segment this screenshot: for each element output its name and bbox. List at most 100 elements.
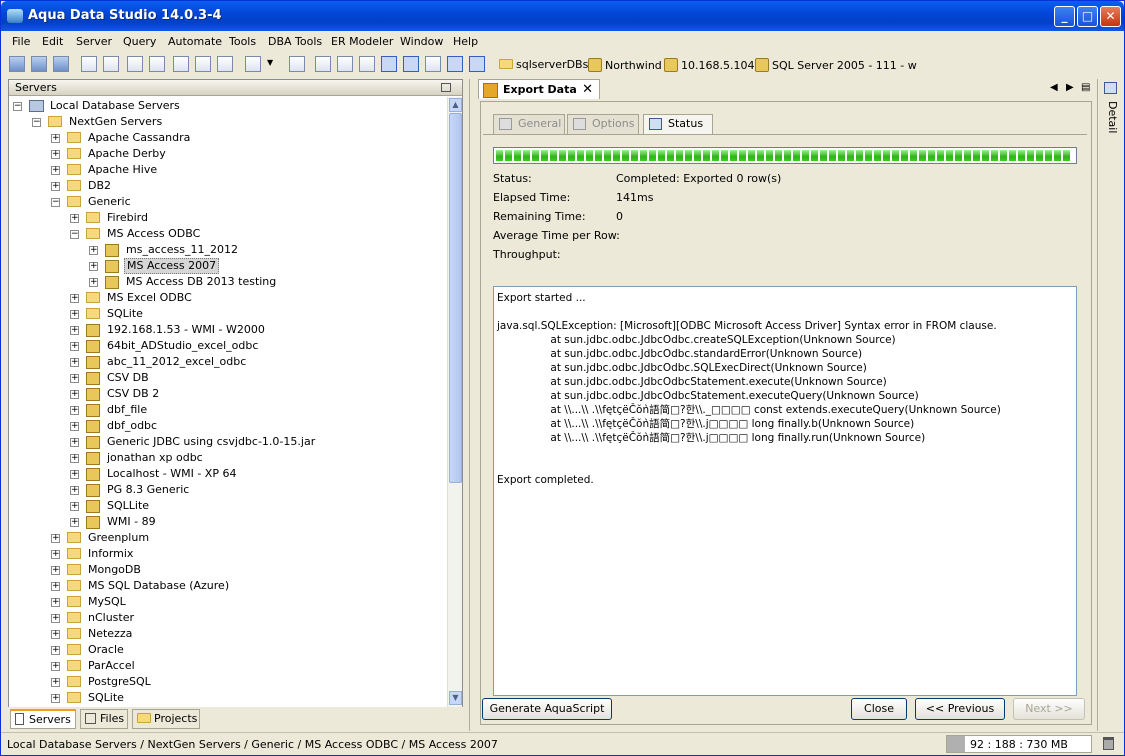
new-server-icon[interactable] (9, 56, 25, 72)
tree-item[interactable]: + Netezza (9, 626, 447, 642)
memory-indicator[interactable]: 92 : 188 : 730 MB (946, 735, 1092, 753)
menu-dba-tools[interactable]: DBA Tools (268, 35, 322, 48)
expand-icon[interactable]: + (51, 630, 60, 639)
export-log[interactable]: Export started ... java.sql.SQLException… (493, 286, 1077, 696)
expand-icon[interactable]: + (51, 598, 60, 607)
close-window-button[interactable]: ✕ (1100, 6, 1121, 27)
generate-aquascript-button[interactable]: Generate AquaScript (482, 698, 612, 720)
expand-icon[interactable]: + (70, 422, 79, 431)
tab-options[interactable]: Options (567, 114, 639, 134)
tree-item[interactable]: + Oracle (9, 642, 447, 658)
expand-icon[interactable]: + (70, 342, 79, 351)
expand-icon[interactable]: + (70, 310, 79, 319)
expand-icon[interactable]: + (51, 614, 60, 623)
query-window-icon[interactable] (127, 56, 143, 72)
tree-item[interactable]: + Apache Hive (9, 162, 447, 178)
tab-files[interactable]: Files (80, 709, 128, 729)
tree-item[interactable]: + MS SQL Database (Azure) (9, 578, 447, 594)
expand-icon[interactable]: + (70, 502, 79, 511)
connect-icon[interactable] (81, 56, 97, 72)
tree-item[interactable]: − NextGen Servers (9, 114, 447, 130)
expand-icon[interactable]: + (89, 278, 98, 287)
disconnect-icon[interactable] (103, 56, 119, 72)
tree-item[interactable]: + DB2 (9, 178, 447, 194)
tree-scrollbar[interactable]: ▲ ▼ (447, 97, 462, 707)
expand-icon[interactable]: + (70, 374, 79, 383)
tree-item[interactable]: + Apache Derby (9, 146, 447, 162)
detail-label[interactable]: Detail (1106, 101, 1119, 133)
collapse-icon[interactable]: − (32, 118, 41, 127)
expand-icon[interactable]: + (70, 294, 79, 303)
tree-item[interactable]: + SQLLite (9, 498, 447, 514)
tree-item[interactable]: + WMI - 89 (9, 514, 447, 530)
tree-item[interactable]: − MS Access ODBC (9, 226, 447, 242)
minimize-button[interactable]: _ (1054, 6, 1075, 27)
tree-item[interactable]: + PG 8.3 Generic (9, 482, 447, 498)
expand-icon[interactable]: + (51, 582, 60, 591)
tree-item[interactable]: +64bit_ADStudio_excel_odbc (9, 338, 447, 354)
expand-icon[interactable]: + (51, 550, 60, 559)
tree-item[interactable]: + dbf_file (9, 402, 447, 418)
next-button[interactable]: Next >> (1013, 698, 1085, 720)
menu-file[interactable]: File (12, 35, 30, 48)
console-icon[interactable] (217, 56, 233, 72)
table-data-icon[interactable] (173, 56, 189, 72)
maximize-button[interactable]: □ (1077, 6, 1098, 27)
menu-edit[interactable]: Edit (42, 35, 63, 48)
expand-icon[interactable]: + (51, 134, 60, 143)
server-properties-icon[interactable] (53, 56, 69, 72)
expand-icon[interactable]: + (70, 518, 79, 527)
tree-item[interactable]: + CSV DB 2 (9, 386, 447, 402)
menu-query[interactable]: Query (123, 35, 156, 48)
previous-button[interactable]: << Previous (915, 698, 1005, 720)
tree-item[interactable]: + MongoDB (9, 562, 447, 578)
tree-item[interactable]: + Apache Cassandra (9, 130, 447, 146)
tree-item[interactable]: + dbf_odbc (9, 418, 447, 434)
close-tab-icon[interactable]: ✕ (582, 80, 593, 99)
tab-general[interactable]: General (493, 114, 565, 134)
tree-item[interactable]: + SQLite (9, 306, 447, 322)
tree-item[interactable]: + MS Excel ODBC (9, 290, 447, 306)
printer-icon[interactable] (289, 56, 305, 72)
tab-prev-icon[interactable]: ◀ (1050, 82, 1058, 93)
detail-icon[interactable] (1104, 82, 1117, 94)
tree-item[interactable]: + MS Access DB 2013 testing (9, 274, 447, 290)
tree-item[interactable]: + ParAccel (9, 658, 447, 674)
tree-item[interactable]: + abc_11_2012_excel_odbc (9, 354, 447, 370)
layout-2-icon[interactable] (337, 56, 353, 72)
tree-item[interactable]: + jonathan xp odbc (9, 450, 447, 466)
query-analyzer-icon[interactable] (149, 56, 165, 72)
expand-icon[interactable]: + (70, 326, 79, 335)
tree-item[interactable]: − Local Database Servers (9, 98, 447, 114)
tree-item[interactable]: + MS Access 2007 (9, 258, 447, 274)
restore-panel-icon[interactable] (441, 83, 451, 92)
menu-server[interactable]: Server (76, 35, 112, 48)
connection-sqlserverdbs[interactable]: sqlserverDBs (499, 58, 588, 71)
menu-window[interactable]: Window (400, 35, 443, 48)
garbage-collect-icon[interactable] (1103, 737, 1114, 750)
tree-item[interactable]: + Firebird (9, 210, 447, 226)
tree-item[interactable]: + Greenplum (9, 530, 447, 546)
collapse-icon[interactable]: − (51, 198, 60, 207)
collapse-icon[interactable]: − (13, 102, 22, 111)
expand-icon[interactable]: + (51, 694, 60, 703)
menu-tools[interactable]: Tools (229, 35, 256, 48)
scroll-up-icon[interactable]: ▲ (449, 98, 462, 112)
layout-8-icon[interactable] (469, 56, 485, 72)
expand-icon[interactable]: + (70, 470, 79, 479)
tree-item[interactable]: + PostgreSQL (9, 674, 447, 690)
expand-icon[interactable]: + (70, 358, 79, 367)
tree-item[interactable]: + CSV DB (9, 370, 447, 386)
tree-item[interactable]: + Informix (9, 546, 447, 562)
close-button[interactable]: Close (851, 698, 907, 720)
layout-7-icon[interactable] (447, 56, 463, 72)
expand-icon[interactable]: + (89, 246, 98, 255)
title-bar[interactable]: Aqua Data Studio 14.0.3-4 _ □ ✕ (1, 1, 1124, 31)
layout-4-icon[interactable] (381, 56, 397, 72)
options-icon[interactable] (245, 56, 261, 72)
layout-1-icon[interactable] (315, 56, 331, 72)
layout-5-icon[interactable] (403, 56, 419, 72)
collapse-icon[interactable]: − (70, 230, 79, 239)
tab-status[interactable]: Status (643, 114, 713, 135)
tree-item[interactable]: + MySQL (9, 594, 447, 610)
